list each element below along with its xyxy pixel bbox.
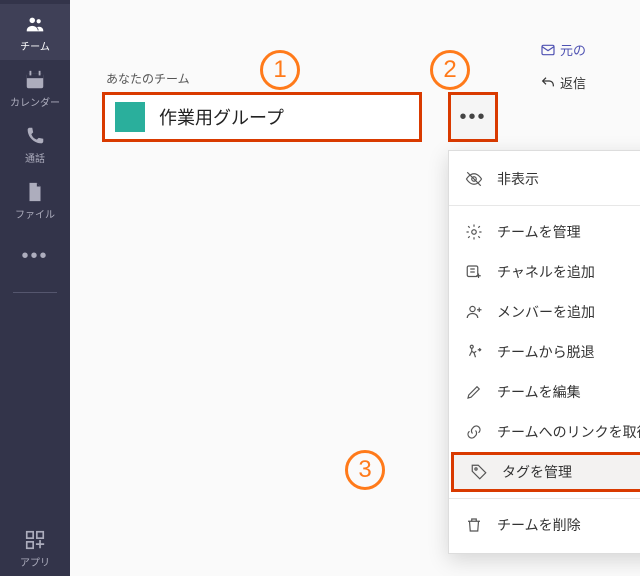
sidebar-label: アプリ — [20, 554, 50, 569]
original-link[interactable]: 元の — [540, 40, 586, 59]
add-member-icon — [465, 303, 483, 321]
menu-label: 非表示 — [497, 169, 539, 189]
menu-hide[interactable]: 非表示 — [449, 159, 640, 199]
team-avatar — [115, 102, 145, 132]
menu-label: チームを編集 — [497, 382, 581, 402]
sidebar-item-calls[interactable]: 通話 — [0, 116, 70, 172]
sidebar-label: カレンダー — [10, 94, 60, 109]
ellipsis-icon: ••• — [23, 244, 47, 268]
menu-delete-team[interactable]: チームを削除 — [449, 505, 640, 545]
callout-2: 2 — [430, 50, 470, 90]
menu-add-member[interactable]: メンバーを追加 — [449, 292, 640, 332]
menu-manage-tags[interactable]: タグを管理 — [451, 452, 640, 492]
team-row[interactable]: 作業用グループ — [102, 92, 422, 142]
leave-icon — [465, 343, 483, 361]
team-more-button[interactable]: ••• — [448, 92, 498, 142]
reply-label: 返信 — [560, 73, 586, 92]
divider — [13, 292, 57, 293]
callout-1: 1 — [260, 50, 300, 90]
menu-label: チームから脱退 — [497, 342, 595, 362]
sidebar-more[interactable]: ••• — [0, 228, 70, 284]
menu-separator — [449, 205, 640, 206]
menu-label: チャネルを追加 — [497, 262, 595, 282]
menu-label: チームを管理 — [497, 222, 581, 242]
right-edge: 元の 返信 — [540, 0, 640, 90]
menu-separator — [449, 498, 640, 499]
pencil-icon — [465, 383, 483, 401]
hide-icon — [465, 170, 483, 188]
file-icon — [23, 180, 47, 204]
reply-icon — [540, 75, 556, 91]
sidebar-item-calendar[interactable]: カレンダー — [0, 60, 70, 116]
menu-label: チームを削除 — [497, 515, 581, 535]
mail-icon — [540, 42, 556, 58]
reply-button[interactable]: 返信 — [540, 73, 586, 92]
main-area: あなたのチーム 作業用グループ ••• 元の 返信 非表示 — [70, 0, 640, 576]
menu-manage-team[interactable]: チームを管理 — [449, 212, 640, 252]
menu-leave-team[interactable]: チームから脱退 — [449, 332, 640, 372]
apps-icon — [23, 528, 47, 552]
gear-icon — [465, 223, 483, 241]
link-icon — [465, 423, 483, 441]
sidebar-label: チーム — [20, 38, 50, 53]
menu-edit-team[interactable]: チームを編集 — [449, 372, 640, 412]
sidebar-item-teams[interactable]: チーム — [0, 4, 70, 60]
people-icon — [23, 12, 47, 36]
phone-icon — [23, 124, 47, 148]
sidebar-label: 通話 — [25, 150, 45, 165]
ellipsis-icon: ••• — [459, 106, 486, 129]
sidebar-label: ファイル — [15, 206, 55, 221]
add-channel-icon — [465, 263, 483, 281]
app-rail: チーム カレンダー 通話 ファイル ••• アプリ — [0, 0, 70, 576]
tag-icon — [470, 463, 488, 481]
original-link-label: 元の — [560, 40, 586, 59]
team-name: 作業用グループ — [159, 104, 284, 130]
sidebar-item-apps[interactable]: アプリ — [0, 520, 70, 576]
sidebar-item-files[interactable]: ファイル — [0, 172, 70, 228]
callout-3: 3 — [345, 450, 385, 490]
menu-label: タグを管理 — [502, 462, 572, 482]
your-teams-label: あなたのチーム — [106, 70, 190, 87]
menu-add-channel[interactable]: チャネルを追加 — [449, 252, 640, 292]
calendar-icon — [23, 68, 47, 92]
menu-label: メンバーを追加 — [497, 302, 595, 322]
menu-label: チームへのリンクを取得 — [497, 422, 640, 442]
trash-icon — [465, 516, 483, 534]
team-context-menu: 非表示 チームを管理 チャネルを追加 メンバーを追加 チームから脱退 — [448, 150, 640, 554]
menu-get-link[interactable]: チームへのリンクを取得 — [449, 412, 640, 452]
